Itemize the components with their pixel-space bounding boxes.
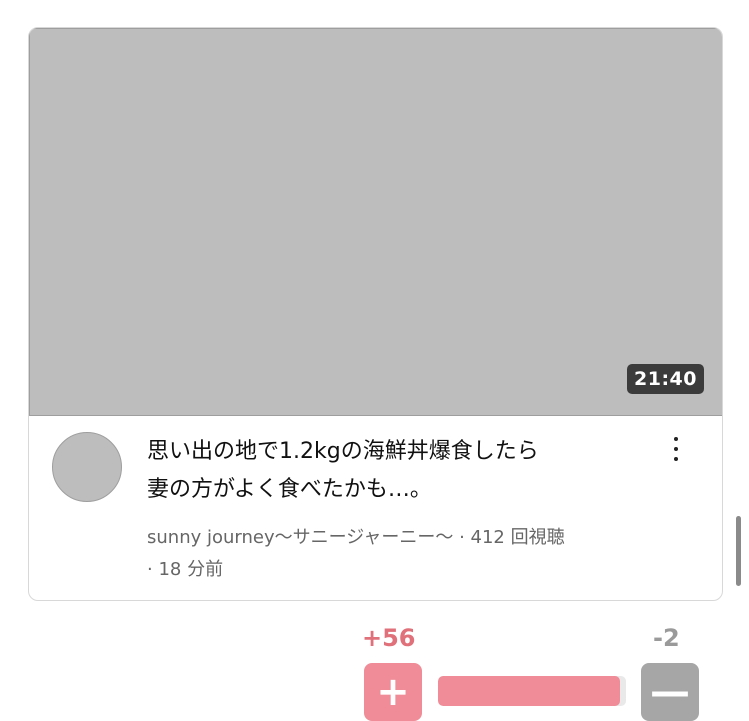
minus-icon: —	[650, 669, 690, 715]
plus-icon: +	[376, 669, 410, 715]
video-title[interactable]: 思い出の地で1.2kgの海鮮丼爆食したら 妻の方がよく食べたかも…。	[147, 433, 647, 509]
vote-ratio-bar	[438, 676, 626, 706]
video-meta-line-1: sunny journey〜サニージャーニー〜 · 412 回視聴	[147, 527, 565, 548]
upvote-button[interactable]: +	[364, 663, 422, 721]
video-title-line-2: 妻の方がよく食べたかも…。	[147, 477, 432, 502]
video-duration-badge: 21:40	[627, 364, 704, 394]
downvote-button[interactable]: —	[641, 663, 699, 721]
more-options-icon[interactable]	[665, 434, 687, 464]
video-thumbnail[interactable]	[29, 28, 722, 416]
video-card[interactable]: 21:40 思い出の地で1.2kgの海鮮丼爆食したら 妻の方がよく食べたかも…。…	[28, 27, 723, 601]
vote-ratio-fill	[438, 676, 620, 706]
video-title-line-1: 思い出の地で1.2kgの海鮮丼爆食したら	[147, 439, 539, 464]
video-meta-line-2: · 18 分前	[147, 559, 224, 580]
scrollbar[interactable]	[736, 516, 741, 586]
channel-avatar[interactable]	[52, 432, 122, 502]
minus-vote-count: -2	[653, 624, 680, 652]
video-meta: sunny journey〜サニージャーニー〜 · 412 回視聴 · 18 分…	[147, 522, 667, 586]
plus-vote-count: +56	[362, 624, 416, 652]
